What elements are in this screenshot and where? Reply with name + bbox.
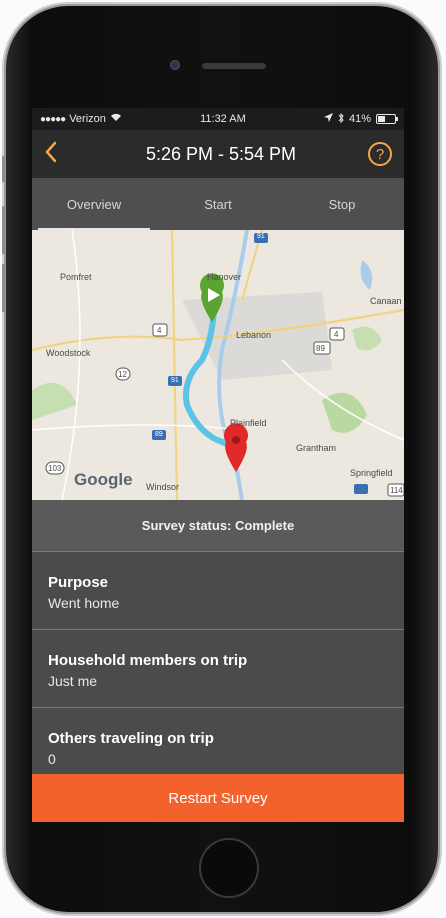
route-shield-label: 103	[48, 464, 62, 473]
nav-bar: 5:26 PM - 5:54 PM ?	[32, 130, 404, 178]
wifi-icon	[110, 113, 122, 125]
route-shield-label: 4	[157, 326, 162, 335]
help-button[interactable]: ?	[367, 142, 392, 166]
survey-item-title: Others traveling on trip	[48, 730, 214, 747]
survey-item-purpose[interactable]: Purpose Went home	[32, 552, 404, 630]
tab-overview[interactable]: Overview	[32, 178, 156, 230]
survey-item-value: 0	[48, 751, 56, 767]
battery-percent: 41%	[348, 113, 371, 125]
stage: ●●●●● Verizon 11:32 AM 41% 5:26 PM - 5:5…	[0, 0, 446, 918]
bluetooth-icon	[338, 112, 344, 126]
map-place-label: Woodstock	[46, 348, 91, 358]
tab-stop[interactable]: Stop	[280, 178, 404, 230]
volume-down-button	[2, 264, 5, 312]
map-place-label: Canaan	[370, 296, 402, 306]
survey-item-value: Went home	[48, 595, 120, 611]
restart-survey-button[interactable]: Restart Survey	[32, 774, 404, 822]
survey-item-title: Household members on trip	[48, 652, 248, 669]
back-button[interactable]	[44, 139, 74, 170]
survey-item-title: Purpose	[48, 574, 109, 591]
tab-bar: Overview Start Stop	[32, 178, 404, 230]
location-icon	[323, 113, 333, 125]
home-button[interactable]	[199, 838, 259, 898]
tab-start[interactable]: Start	[156, 178, 280, 230]
map-place-label: Lebanon	[236, 330, 272, 340]
earpiece-speaker	[202, 63, 266, 69]
clock: 11:32 AM	[200, 113, 246, 125]
route-shield-label: 89	[155, 431, 163, 438]
map-place-label: Hanover	[207, 272, 242, 282]
question-circle-icon: ?	[375, 145, 385, 163]
map-place-label: Windsor	[146, 482, 180, 492]
survey-status: Survey status: Complete	[32, 500, 404, 552]
route-shield-label: 12	[118, 370, 127, 379]
route-shield-label: 91	[171, 377, 179, 384]
trip-map[interactable]: Pomfret Hanover Canaan Lebanon Woodstock…	[32, 230, 404, 500]
volume-up-button	[2, 206, 5, 254]
signal-dots-icon: ●●●●●	[40, 113, 66, 125]
mute-switch	[2, 156, 5, 182]
map-place-label: Grantham	[296, 443, 337, 453]
status-bar: ●●●●● Verizon 11:32 AM 41%	[32, 108, 404, 130]
app-screen: ●●●●● Verizon 11:32 AM 41% 5:26 PM - 5:5…	[32, 108, 404, 822]
map-place-label: Springfield	[350, 468, 393, 478]
front-camera	[170, 60, 180, 70]
route-shield-label: 114	[390, 486, 403, 495]
survey-item-household-members[interactable]: Household members on trip Just me	[32, 630, 404, 708]
route-shield-label: 91	[257, 233, 265, 240]
google-logo: Google	[74, 470, 133, 489]
route-shield-label: 89	[316, 344, 325, 353]
route-shield-label: 4	[334, 330, 339, 339]
carrier-label: Verizon	[69, 113, 106, 125]
trip-time-title: 5:26 PM - 5:54 PM	[145, 143, 297, 164]
battery-icon	[375, 114, 398, 124]
chevron-left-icon	[45, 141, 57, 162]
survey-item-value: Just me	[48, 673, 98, 689]
map-canvas	[32, 230, 404, 500]
map-place-label: Pomfret	[60, 272, 92, 282]
map-place-label: Plainfield	[230, 418, 267, 428]
